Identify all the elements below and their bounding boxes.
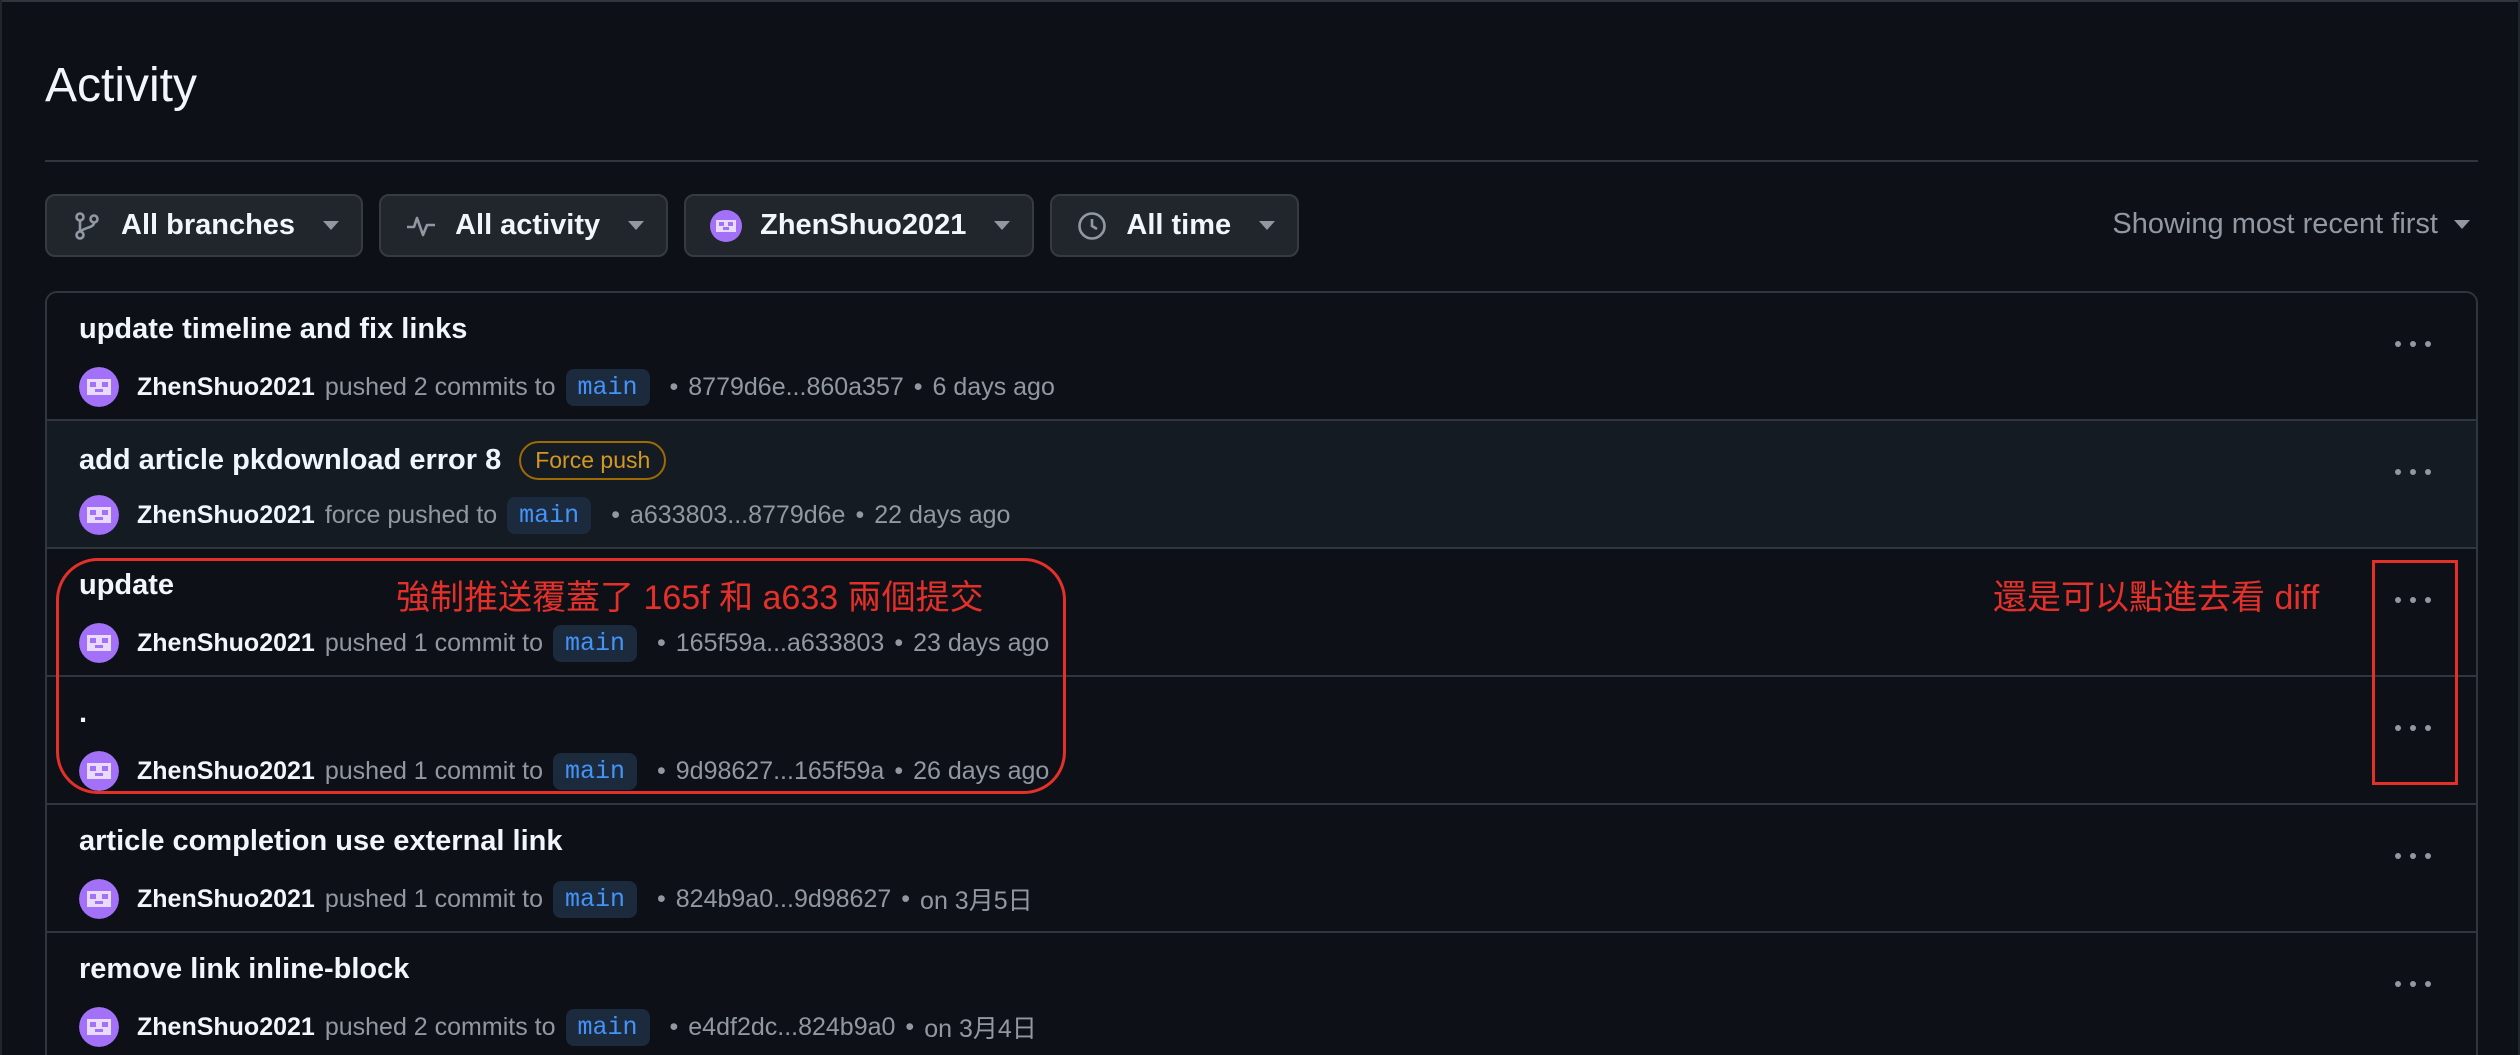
sort-label: Showing most recent first xyxy=(2112,208,2438,240)
more-options-button[interactable] xyxy=(2395,329,2431,359)
separator-dot: • xyxy=(905,1012,915,1041)
activity-meta: ZhenShuo2021 force pushed to main • a633803.… xyxy=(79,491,1010,539)
separator-dot: • xyxy=(657,884,666,913)
kebab-icon xyxy=(2395,469,2401,475)
clock-icon xyxy=(1076,210,1108,242)
kebab-icon xyxy=(2410,853,2416,859)
activity-title-wrap: add article pkdownload error 8 Force push xyxy=(79,441,667,480)
activity-meta: ZhenShuo2021 pushed 1 commit to main • 824b9… xyxy=(79,875,1033,923)
username-link[interactable]: ZhenShuo2021 xyxy=(137,373,315,402)
separator-dot: • xyxy=(901,884,911,913)
activity-title[interactable]: article completion use external link xyxy=(79,825,563,858)
page-title: Activity xyxy=(45,59,198,112)
activity-row[interactable]: article completion use external link Zhen… xyxy=(47,805,2476,933)
chevron-down-icon xyxy=(1259,221,1276,230)
username-link[interactable]: ZhenShuo2021 xyxy=(137,1013,315,1042)
username-link[interactable]: ZhenShuo2021 xyxy=(137,501,315,530)
separator-dot: • xyxy=(669,1012,679,1041)
avatar[interactable] xyxy=(79,879,119,919)
activity-action: pushed 2 commits to xyxy=(324,1012,556,1041)
kebab-icon xyxy=(2410,981,2416,987)
left-border xyxy=(0,0,2,1055)
avatar[interactable] xyxy=(79,495,119,535)
branches-filter-label: All branches xyxy=(121,209,296,241)
user-avatar-icon xyxy=(710,209,743,242)
separator-dot: • xyxy=(855,500,865,529)
activity-title[interactable]: add article pkdownload error 8 xyxy=(79,444,501,477)
commit-range-link[interactable]: 824b9a0...9d98627 xyxy=(676,885,892,914)
separator-dot: • xyxy=(611,500,620,529)
activity-action: force pushed to xyxy=(324,500,498,529)
kebab-icon xyxy=(2425,469,2431,475)
activity-row[interactable]: update timeline and fix links ZhenShuo202… xyxy=(47,293,2476,421)
branch-link[interactable]: main xyxy=(553,880,638,918)
commit-range-link[interactable]: e4df2dc...824b9a0 xyxy=(688,1013,895,1042)
branch-link[interactable]: main xyxy=(507,496,592,534)
activity-page: Activity All branches All activity ZhenS… xyxy=(0,0,2520,1055)
force-push-badge: Force push xyxy=(519,441,667,480)
activity-row[interactable]: remove link inline-block ZhenShuo2021 push… xyxy=(47,933,2476,1055)
avatar[interactable] xyxy=(79,1007,119,1047)
kebab-icon xyxy=(2395,853,2401,859)
kebab-icon xyxy=(2425,853,2431,859)
activity-action: pushed 2 commits to xyxy=(324,372,556,401)
activity-title[interactable]: update timeline and fix links xyxy=(79,313,467,346)
top-border xyxy=(0,0,2520,2)
kebab-icon xyxy=(2410,469,2416,475)
kebab-icon xyxy=(2425,981,2431,987)
sort-dropdown[interactable]: Showing most recent first xyxy=(2112,208,2470,241)
filter-bar: All branches All activity ZhenShuo2021 A… xyxy=(45,194,1300,259)
chevron-down-icon xyxy=(994,221,1011,230)
branch-link[interactable]: main xyxy=(565,368,650,406)
chevron-down-icon xyxy=(628,221,645,230)
annotation-text-left: 強制推送覆蓋了 165f 和 a633 兩個提交 xyxy=(396,579,984,617)
username-link[interactable]: ZhenShuo2021 xyxy=(137,885,315,914)
kebab-icon xyxy=(2425,341,2431,347)
activity-meta: ZhenShuo2021 pushed 2 commits to main • 8779… xyxy=(79,363,1055,411)
pulse-icon xyxy=(405,210,437,242)
activity-row[interactable]: add article pkdownload error 8 Force push… xyxy=(47,421,2476,549)
branches-filter-button[interactable]: All branches xyxy=(45,194,364,257)
more-options-button[interactable] xyxy=(2395,969,2431,999)
activity-time: 22 days ago xyxy=(874,500,1011,529)
kebab-icon xyxy=(2395,341,2401,347)
activity-filter-button[interactable]: All activity xyxy=(379,194,669,257)
activity-filter-label: All activity xyxy=(455,209,601,241)
time-filter-label: All time xyxy=(1126,209,1232,241)
activity-action: pushed 1 commit to xyxy=(324,884,543,913)
title-divider xyxy=(45,160,2478,162)
activity-meta: ZhenShuo2021 pushed 2 commits to main • e4df… xyxy=(79,1003,1037,1051)
separator-dot: • xyxy=(669,372,679,401)
commit-range-link[interactable]: a633803...8779d6e xyxy=(630,501,846,530)
activity-title-wrap: article completion use external link xyxy=(79,825,563,858)
activity-title[interactable]: remove link inline-block xyxy=(79,953,409,986)
chevron-down-icon xyxy=(2454,220,2470,229)
kebab-icon xyxy=(2395,981,2401,987)
annotation-rect xyxy=(2372,560,2458,785)
avatar[interactable] xyxy=(79,367,119,407)
activity-time: on 3月4日 xyxy=(924,1015,1037,1043)
git-branch-icon xyxy=(71,210,103,242)
separator-dot: • xyxy=(913,372,923,401)
more-options-button[interactable] xyxy=(2395,841,2431,871)
activity-title-wrap: update timeline and fix links xyxy=(79,313,467,346)
annotation-text-right: 還是可以點進去看 diff xyxy=(1993,579,2320,617)
kebab-icon xyxy=(2410,341,2416,347)
more-options-button[interactable] xyxy=(2395,457,2431,487)
chevron-down-icon xyxy=(323,221,340,230)
time-filter-button[interactable]: All time xyxy=(1050,194,1300,257)
commit-range-link[interactable]: 8779d6e...860a357 xyxy=(688,373,904,402)
branch-link[interactable]: main xyxy=(565,1008,650,1046)
activity-time: on 3月5日 xyxy=(920,887,1033,915)
user-filter-label: ZhenShuo2021 xyxy=(760,209,967,241)
activity-time: 6 days ago xyxy=(932,372,1055,401)
user-filter-button[interactable]: ZhenShuo2021 xyxy=(684,194,1035,257)
activity-title-wrap: remove link inline-block xyxy=(79,953,409,986)
